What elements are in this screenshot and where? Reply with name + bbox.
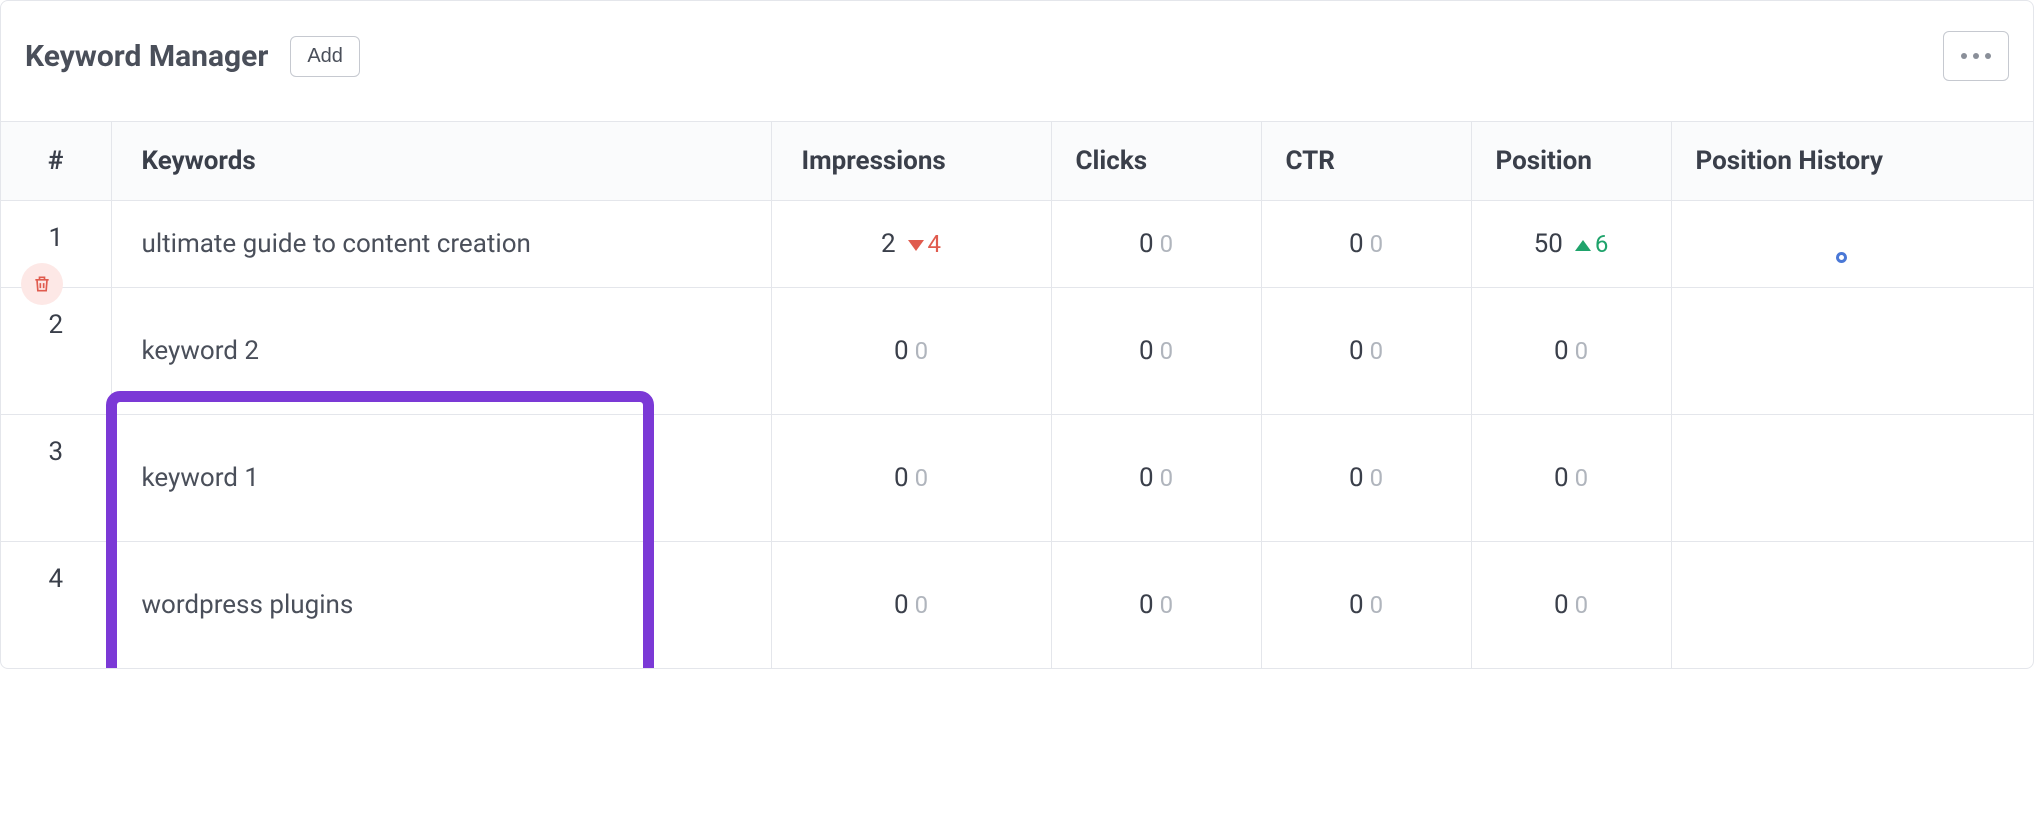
row-number: 3 (48, 437, 63, 467)
delete-row-button[interactable] (21, 263, 63, 305)
impressions-value: 0 (894, 336, 909, 366)
position-history-cell (1671, 201, 2033, 288)
keyword-cell: keyword 2 (111, 288, 771, 415)
row-number-cell: 3 (1, 415, 111, 542)
ctr-sub: 0 (1370, 464, 1384, 492)
ellipsis-icon (1961, 53, 1967, 59)
col-header-ctr[interactable]: CTR (1261, 122, 1471, 201)
position-history-cell (1671, 542, 2033, 669)
table-row[interactable]: 1 ultimate guide to content creation 2 4… (1, 201, 2033, 288)
panel-header: Keyword Manager Add (1, 1, 2033, 121)
ctr-value: 0 (1349, 229, 1364, 259)
more-options-button[interactable] (1943, 31, 2009, 81)
impressions-sub: 0 (915, 464, 929, 492)
clicks-cell: 00 (1051, 415, 1261, 542)
panel-title: Keyword Manager (25, 39, 268, 74)
ctr-sub: 0 (1370, 230, 1384, 258)
add-button[interactable]: Add (290, 36, 360, 77)
clicks-sub: 0 (1160, 591, 1174, 619)
clicks-cell: 00 (1051, 542, 1261, 669)
ellipsis-icon (1985, 53, 1991, 59)
col-header-number[interactable]: # (1, 122, 111, 201)
keyword-cell: ultimate guide to content creation (111, 201, 771, 288)
row-number-cell: 4 (1, 542, 111, 669)
triangle-up-icon (1575, 240, 1591, 251)
table-header-row: # Keywords Impressions Clicks CTR Positi… (1, 122, 2033, 201)
ctr-value: 0 (1349, 590, 1364, 620)
header-left: Keyword Manager Add (25, 36, 360, 77)
clicks-cell: 00 (1051, 201, 1261, 288)
ctr-sub: 0 (1370, 337, 1384, 365)
col-header-position[interactable]: Position (1471, 122, 1671, 201)
clicks-value: 0 (1139, 463, 1154, 493)
position-cell: 00 (1471, 542, 1671, 669)
position-cell: 00 (1471, 415, 1671, 542)
keyword-cell: wordpress plugins (111, 542, 771, 669)
ellipsis-icon (1973, 53, 1979, 59)
position-delta: 6 (1575, 230, 1609, 258)
keyword-manager-panel: Keyword Manager Add # Keywords Impressio… (0, 0, 2034, 669)
row-number: 1 (48, 223, 63, 253)
ctr-cell: 00 (1261, 288, 1471, 415)
position-value: 0 (1554, 336, 1569, 366)
clicks-value: 0 (1139, 336, 1154, 366)
clicks-cell: 00 (1051, 288, 1261, 415)
impressions-sub: 0 (915, 591, 929, 619)
impressions-value: 2 (881, 229, 896, 259)
clicks-value: 0 (1139, 590, 1154, 620)
row-number-cell: 1 (1, 201, 111, 288)
col-header-impressions[interactable]: Impressions (771, 122, 1051, 201)
table-row[interactable]: 3 keyword 1 00 00 00 00 (1, 415, 2033, 542)
position-value: 0 (1554, 590, 1569, 620)
ctr-sub: 0 (1370, 591, 1384, 619)
impressions-cell: 00 (771, 288, 1051, 415)
impressions-cell: 00 (771, 415, 1051, 542)
col-header-keywords[interactable]: Keywords (111, 122, 771, 201)
position-cell: 50 6 (1471, 201, 1671, 288)
trash-icon (32, 274, 52, 294)
position-sub: 0 (1575, 591, 1589, 619)
clicks-value: 0 (1139, 229, 1154, 259)
position-history-cell (1671, 288, 2033, 415)
position-sub: 0 (1575, 337, 1589, 365)
ctr-cell: 00 (1261, 415, 1471, 542)
impressions-sub: 0 (915, 337, 929, 365)
row-number: 2 (48, 310, 63, 340)
position-value: 0 (1554, 463, 1569, 493)
ctr-value: 0 (1349, 336, 1364, 366)
impressions-value: 0 (894, 463, 909, 493)
clicks-sub: 0 (1160, 464, 1174, 492)
ctr-cell: 00 (1261, 542, 1471, 669)
col-header-position-history[interactable]: Position History (1671, 122, 2033, 201)
position-value: 50 (1534, 229, 1563, 259)
table-row[interactable]: 4 wordpress plugins 00 00 00 00 (1, 542, 2033, 669)
ctr-cell: 00 (1261, 201, 1471, 288)
impressions-cell: 00 (771, 542, 1051, 669)
impressions-cell: 2 4 (771, 201, 1051, 288)
impressions-delta: 4 (908, 230, 942, 258)
ctr-value: 0 (1349, 463, 1364, 493)
row-number: 4 (48, 564, 63, 594)
position-cell: 00 (1471, 288, 1671, 415)
table-row[interactable]: 2 keyword 2 00 00 00 00 (1, 288, 2033, 415)
clicks-sub: 0 (1160, 230, 1174, 258)
col-header-clicks[interactable]: Clicks (1051, 122, 1261, 201)
clicks-sub: 0 (1160, 337, 1174, 365)
keyword-cell: keyword 1 (111, 415, 771, 542)
row-number-cell: 2 (1, 288, 111, 415)
impressions-value: 0 (894, 590, 909, 620)
position-history-cell (1671, 415, 2033, 542)
history-point-icon (1836, 252, 1847, 263)
position-sub: 0 (1575, 464, 1589, 492)
keywords-table: # Keywords Impressions Clicks CTR Positi… (1, 121, 2033, 668)
triangle-down-icon (908, 240, 924, 251)
